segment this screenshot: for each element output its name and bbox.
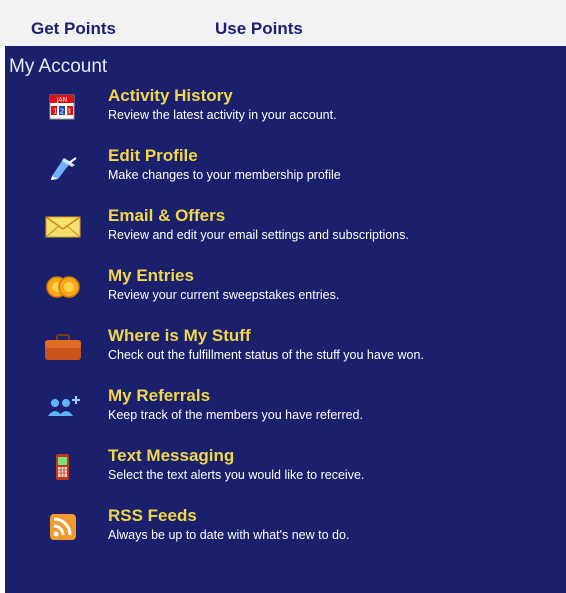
edit-profile-link[interactable]: Edit Profile — [108, 146, 198, 166]
edit-profile-desc: Make changes to your membership profile — [108, 168, 341, 182]
menu-item-email-offers[interactable]: Email & Offers Review and edit your emai… — [45, 206, 555, 258]
phone-icon — [56, 454, 69, 480]
pen-icon — [51, 157, 77, 180]
email-offers-link[interactable]: Email & Offers — [108, 206, 225, 226]
my-account-panel: My Account JAN 1 2 3 Activity History Re… — [5, 46, 566, 593]
get-points-tab[interactable]: Get Points — [31, 19, 116, 39]
text-messaging-link[interactable]: Text Messaging — [108, 446, 234, 466]
calendar-icon: JAN 1 2 3 — [49, 94, 75, 120]
calendar-days: 1 2 3 — [53, 108, 71, 116]
rss-icon — [50, 514, 76, 540]
menu-item-rss-feeds[interactable]: RSS Feeds Always be up to date with what… — [45, 506, 555, 558]
where-is-my-stuff-link[interactable]: Where is My Stuff — [108, 326, 251, 346]
add-users-icon — [48, 396, 80, 416]
use-points-tab[interactable]: Use Points — [215, 19, 303, 39]
rss-feeds-link[interactable]: RSS Feeds — [108, 506, 197, 526]
top-nav-bar: Get Points Use Points — [0, 0, 566, 46]
my-referrals-link[interactable]: My Referrals — [108, 386, 210, 406]
rss-feeds-desc: Always be up to date with what's new to … — [108, 528, 350, 542]
text-messaging-desc: Select the text alerts you would like to… — [108, 468, 365, 482]
menu-item-my-entries[interactable]: My Entries Review your current sweepstak… — [45, 266, 555, 318]
calendar-month: JAN — [56, 97, 67, 104]
my-referrals-desc: Keep track of the members you have refer… — [108, 408, 363, 422]
email-offers-desc: Review and edit your email settings and … — [108, 228, 409, 242]
menu-item-my-referrals[interactable]: My Referrals Keep track of the members y… — [45, 386, 555, 438]
menu-item-activity-history[interactable]: JAN 1 2 3 Activity History Review the la… — [45, 86, 555, 138]
menu-item-where-is-my-stuff[interactable]: Where is My Stuff Check out the fulfillm… — [45, 326, 555, 378]
coins-icon — [46, 276, 80, 298]
my-account-heading: My Account — [9, 56, 108, 77]
menu-item-edit-profile[interactable]: Edit Profile Make changes to your member… — [45, 146, 555, 198]
activity-history-link[interactable]: Activity History — [108, 86, 233, 106]
my-entries-link[interactable]: My Entries — [108, 266, 194, 286]
menu-item-text-messaging[interactable]: Text Messaging Select the text alerts yo… — [45, 446, 555, 498]
briefcase-icon — [45, 334, 81, 360]
activity-history-desc: Review the latest activity in your accou… — [108, 108, 337, 122]
my-entries-desc: Review your current sweepstakes entries. — [108, 288, 340, 302]
envelope-icon — [45, 216, 81, 238]
where-is-my-stuff-desc: Check out the fulfillment status of the … — [108, 348, 424, 362]
